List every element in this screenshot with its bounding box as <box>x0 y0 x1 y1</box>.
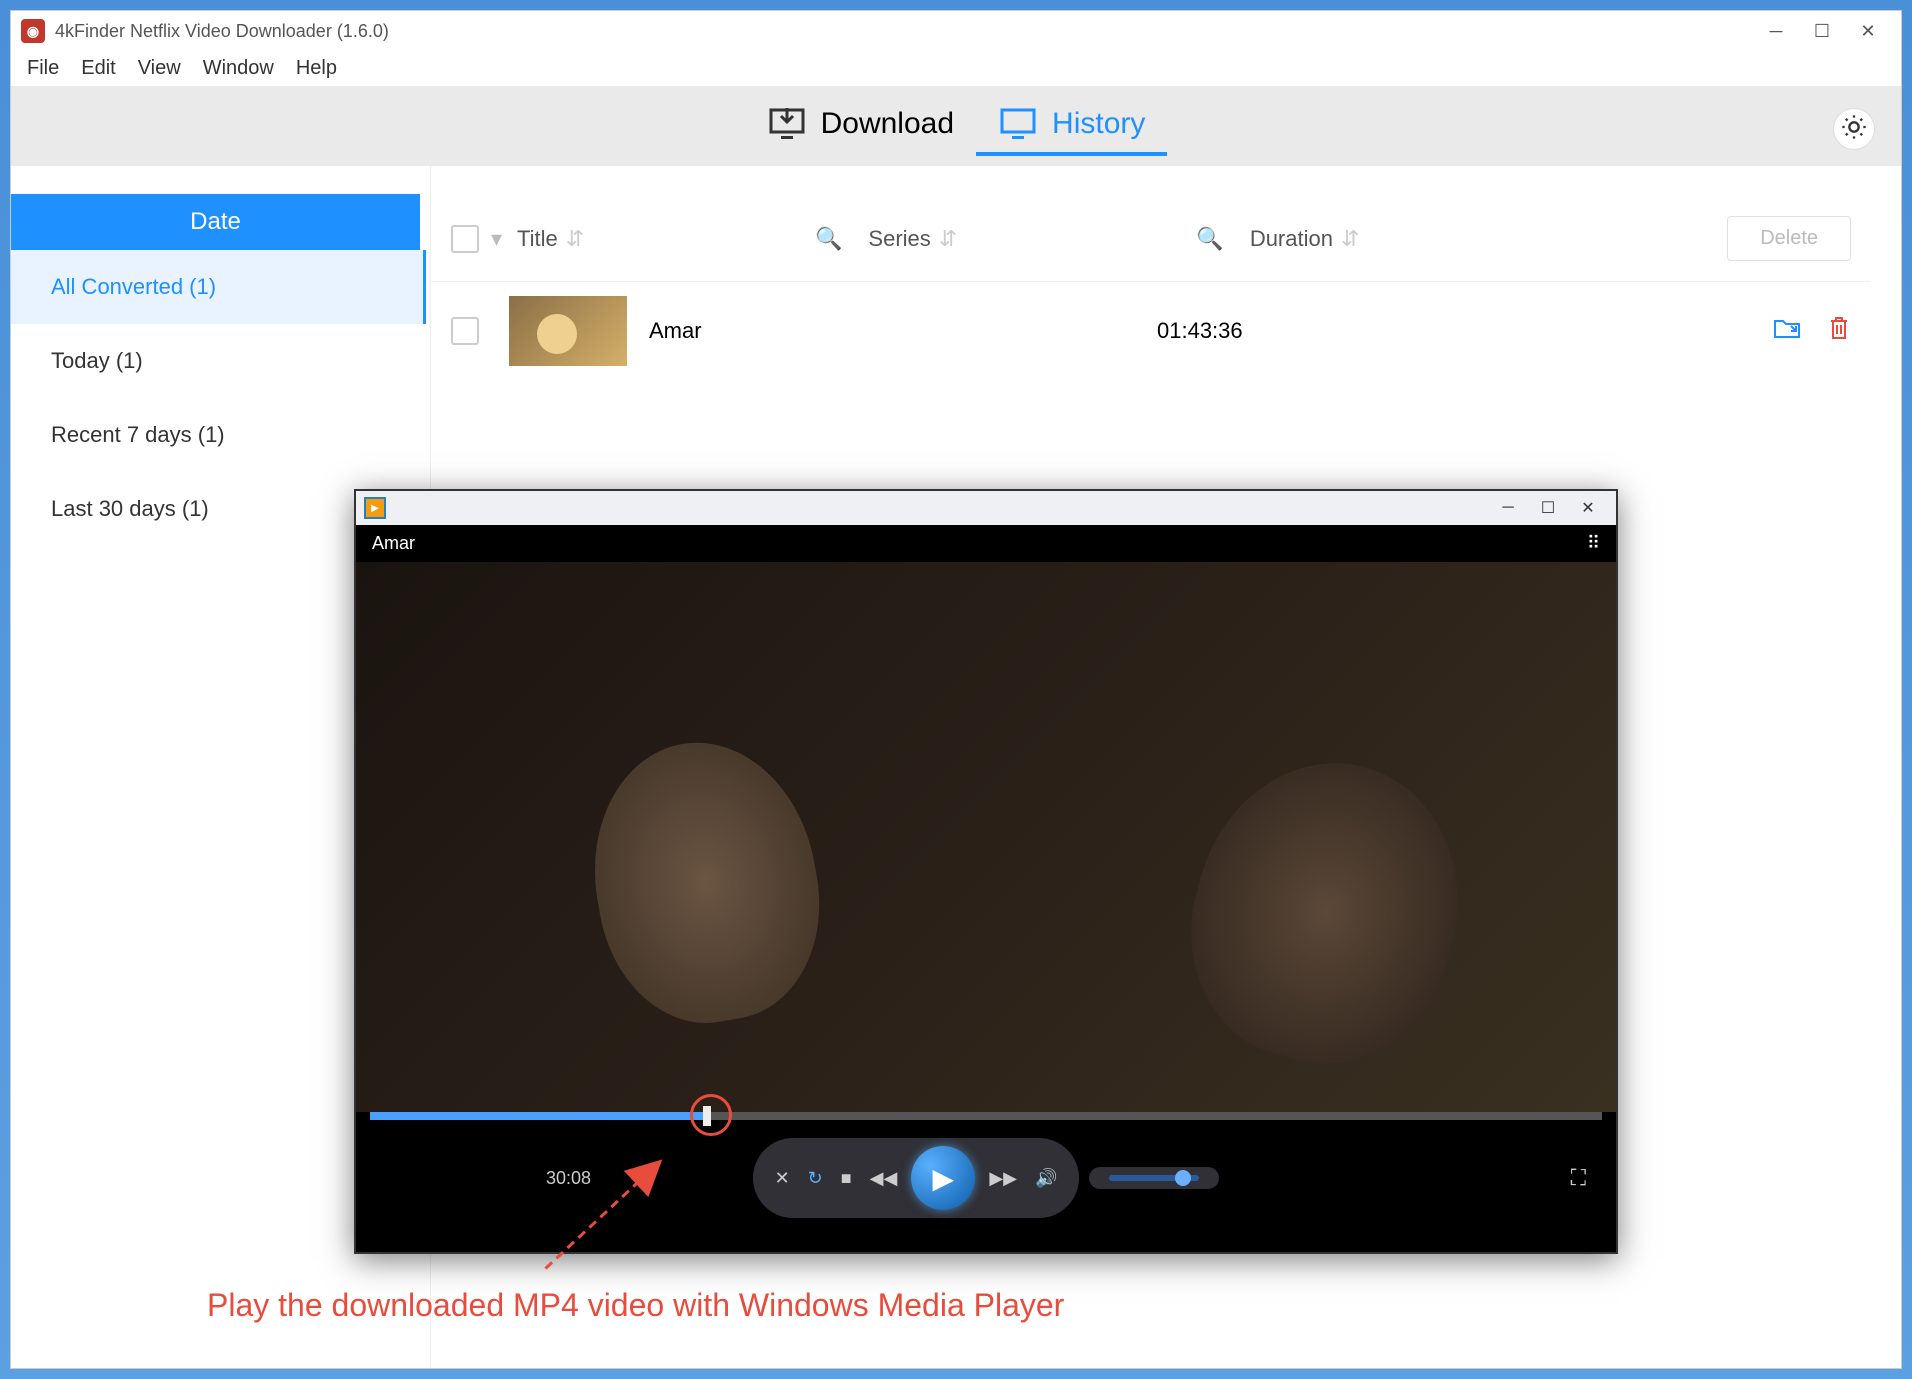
tab-history-label: History <box>1052 107 1145 141</box>
forward-button[interactable]: ▶▶ <box>989 1168 1017 1189</box>
app-icon: ◉ <box>21 19 45 43</box>
row-duration: 01:43:36 <box>1157 318 1487 344</box>
mp-maximize-button[interactable]: ☐ <box>1528 498 1568 518</box>
shuffle-button[interactable]: ✕ <box>775 1168 790 1189</box>
row-title: Amar <box>649 318 1157 344</box>
video-thumbnail[interactable] <box>509 296 627 366</box>
progress-fill <box>370 1112 703 1120</box>
mp-close-button[interactable]: ✕ <box>1568 498 1608 518</box>
history-icon <box>998 106 1038 142</box>
media-player-window: ▶ ─ ☐ ✕ Amar ⠿ 30:08 ✕ ↻ ■ ◀◀ ▶ <box>354 489 1618 1254</box>
tab-history[interactable]: History <box>976 96 1167 156</box>
progress-bar[interactable] <box>370 1112 1602 1120</box>
col-duration[interactable]: Duration <box>1250 226 1333 252</box>
media-player-video-title-bar: Amar ⠿ <box>356 525 1616 562</box>
volume-control[interactable] <box>1089 1167 1219 1189</box>
minimize-button[interactable]: ─ <box>1753 16 1799 46</box>
menu-help[interactable]: Help <box>296 57 337 80</box>
open-folder-icon[interactable] <box>1773 315 1801 348</box>
play-button[interactable]: ▶ <box>911 1146 975 1210</box>
tabbar: Download History <box>11 86 1901 166</box>
expand-icon[interactable]: ⠿ <box>1587 533 1600 554</box>
row-actions <box>1773 315 1851 348</box>
search-icon[interactable]: 🔍 <box>815 226 842 252</box>
sort-icon[interactable]: ⇵ <box>939 226 957 252</box>
player-controls: 30:08 ✕ ↻ ■ ◀◀ ▶ ▶▶ 🔊 ⛶ <box>356 1120 1616 1236</box>
sidebar-header: Date <box>11 194 420 250</box>
app-title: 4kFinder Netflix Video Downloader (1.6.0… <box>55 21 1753 42</box>
menu-edit[interactable]: Edit <box>81 57 115 80</box>
rewind-button[interactable]: ◀◀ <box>870 1168 898 1189</box>
media-player-video-title: Amar <box>372 533 415 554</box>
download-icon <box>767 106 807 142</box>
media-player-titlebar: ▶ ─ ☐ ✕ <box>356 491 1616 525</box>
playback-time: 30:08 <box>546 1168 591 1189</box>
chevron-down-icon[interactable]: ▾ <box>491 226 509 252</box>
menu-window[interactable]: Window <box>203 57 274 80</box>
close-button[interactable]: ✕ <box>1845 16 1891 46</box>
sort-icon[interactable]: ⇵ <box>566 226 584 252</box>
table-row[interactable]: Amar 01:43:36 <box>431 281 1871 380</box>
sort-icon[interactable]: ⇵ <box>1341 226 1359 252</box>
maximize-button[interactable]: ☐ <box>1799 16 1845 46</box>
select-all-checkbox[interactable] <box>451 225 479 253</box>
media-player-icon: ▶ <box>364 497 386 519</box>
volume-icon[interactable]: 🔊 <box>1035 1168 1057 1189</box>
gear-icon <box>1840 113 1868 146</box>
col-series[interactable]: Series <box>868 226 930 252</box>
mp-minimize-button[interactable]: ─ <box>1488 499 1528 517</box>
filter-recent-7[interactable]: Recent 7 days (1) <box>11 398 430 472</box>
volume-slider[interactable] <box>1109 1175 1199 1181</box>
trash-icon[interactable] <box>1827 315 1851 348</box>
menubar: File Edit View Window Help <box>11 51 1901 86</box>
titlebar: ◉ 4kFinder Netflix Video Downloader (1.6… <box>11 11 1901 51</box>
repeat-button[interactable]: ↻ <box>808 1168 823 1189</box>
delete-button[interactable]: Delete <box>1727 216 1851 261</box>
row-checkbox[interactable] <box>451 317 479 345</box>
col-title[interactable]: Title <box>517 226 558 252</box>
tab-download-label: Download <box>821 107 954 141</box>
menu-view[interactable]: View <box>138 57 181 80</box>
filter-all-converted[interactable]: All Converted (1) <box>11 250 426 324</box>
video-frame[interactable] <box>356 562 1616 1112</box>
stop-button[interactable]: ■ <box>841 1168 852 1189</box>
menu-file[interactable]: File <box>27 57 59 80</box>
annotation-text: Play the downloaded MP4 video with Windo… <box>207 1287 1064 1324</box>
volume-knob[interactable] <box>1175 1170 1191 1186</box>
app-window: ◉ 4kFinder Netflix Video Downloader (1.6… <box>10 10 1902 1369</box>
tab-download[interactable]: Download <box>745 96 976 156</box>
search-icon[interactable]: 🔍 <box>1196 226 1223 252</box>
settings-button[interactable] <box>1833 108 1875 150</box>
fullscreen-button[interactable]: ⛶ <box>1571 1165 1586 1191</box>
filter-today[interactable]: Today (1) <box>11 324 430 398</box>
table-header: ▾ Title ⇵ 🔍 Series ⇵ 🔍 Duration ⇵ Delete <box>431 196 1871 281</box>
